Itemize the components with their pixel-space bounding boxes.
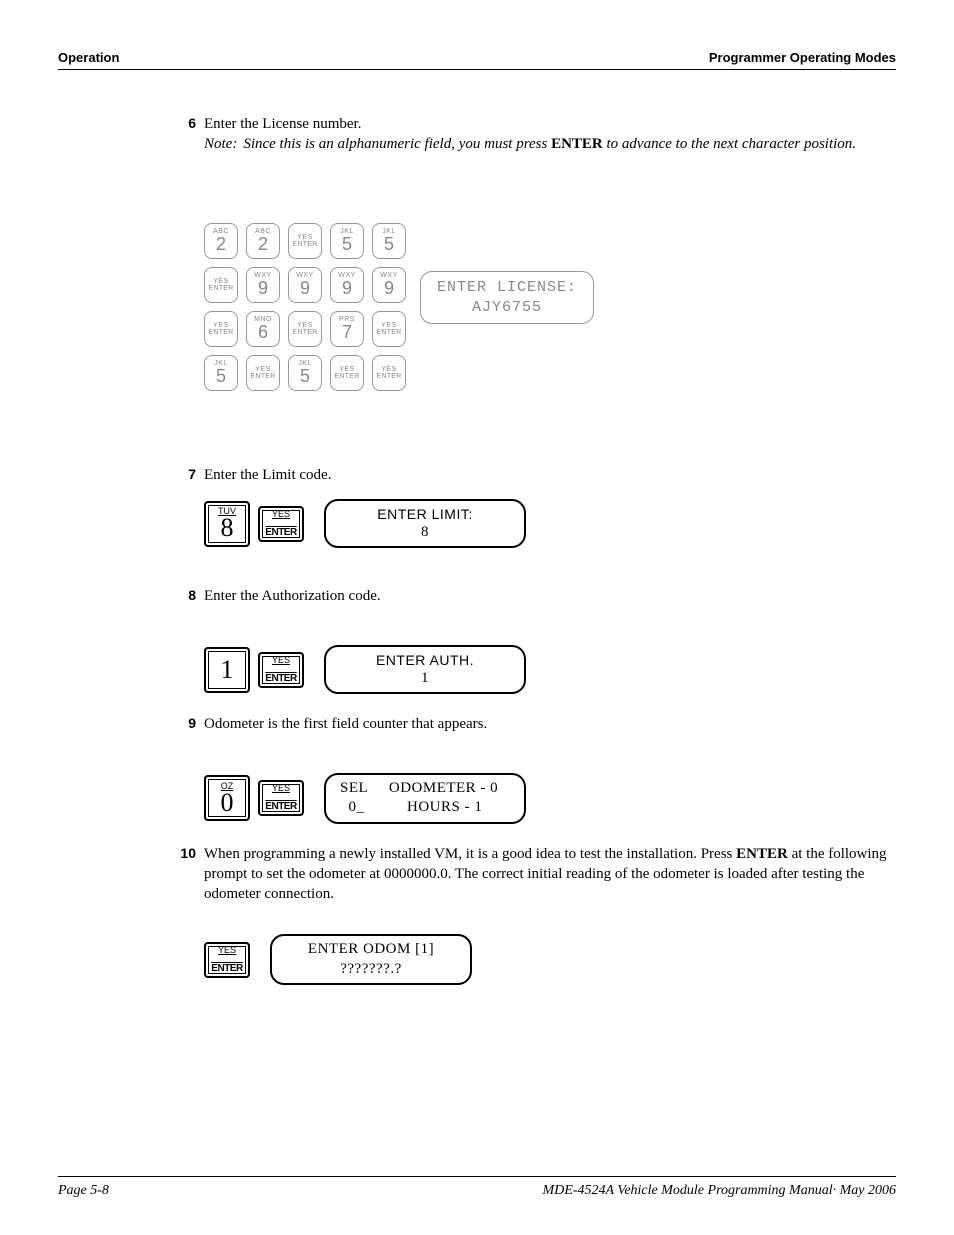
key-5: JKL5 (330, 223, 364, 259)
header-left: Operation (58, 50, 119, 65)
key-row: JKL5YESENTERJKL5YESENTERYESENTER (204, 355, 406, 391)
step-8-text: Enter the Authorization code. (204, 586, 896, 606)
key-enter: YESENTER (246, 355, 280, 391)
key-0: OZ 0 (204, 775, 250, 821)
header-right: Programmer Operating Modes (709, 50, 896, 65)
key-group-7: TUV 8 YES ENTER (204, 501, 304, 547)
key-2: ABC2 (204, 223, 238, 259)
page-footer: Page 5-8 MDE-4524A Vehicle Module Progra… (58, 1176, 896, 1199)
figure-step-10: YES ENTER ENTER ODOM [1] ???????.? (204, 934, 896, 985)
step-6-note: Note: Since this is an alphanumeric fiel… (204, 134, 896, 154)
step-7-num: 7 (170, 465, 204, 485)
content: 6 Enter the License number. Note: Since … (58, 70, 896, 985)
key-enter: YES ENTER (258, 780, 304, 816)
note-text: Since this is an alphanumeric field, you… (243, 134, 856, 154)
key-enter: YES ENTER (204, 942, 250, 978)
key-row: YESENTERMNO6YESENTERPRS7YESENTER (204, 311, 406, 347)
page-header: Operation Programmer Operating Modes (58, 50, 896, 70)
key-group-9: OZ 0 YES ENTER (204, 775, 304, 821)
step-6-body: Enter the License number. Note: Since th… (204, 114, 896, 155)
key-2: ABC2 (246, 223, 280, 259)
display-license: ENTER LICENSE: AJY6755 (420, 271, 594, 324)
step-8-num: 8 (170, 586, 204, 606)
figure-step-7: TUV 8 YES ENTER ENTER LIMIT: 8 (204, 499, 896, 549)
figure-step-6: ABC2ABC2YESENTERJKL5JKL5YESENTERWXY9WXY9… (204, 223, 896, 391)
key-enter: YESENTER (204, 267, 238, 303)
display-limit: ENTER LIMIT: 8 (324, 499, 526, 549)
key-group-8: 1 YES ENTER (204, 647, 304, 693)
figure-step-9: OZ 0 YES ENTER SEL ODOMETER - 0 0_ HOURS… (204, 773, 896, 824)
key-enter: YES ENTER (258, 506, 304, 542)
key-enter: YESENTER (372, 355, 406, 391)
key-enter: YESENTER (330, 355, 364, 391)
display-auth: ENTER AUTH. 1 (324, 645, 526, 695)
key-9: WXY9 (288, 267, 322, 303)
key-enter: YESENTER (372, 311, 406, 347)
page: Operation Programmer Operating Modes 6 E… (0, 0, 954, 1235)
key-enter: YESENTER (204, 311, 238, 347)
key-enter: YES ENTER (258, 652, 304, 688)
step-9-text: Odometer is the first field counter that… (204, 714, 896, 734)
step-8: 8 Enter the Authorization code. (170, 586, 896, 606)
key-group-10: YES ENTER (204, 942, 250, 978)
key-9: WXY9 (246, 267, 280, 303)
keypad-grid: ABC2ABC2YESENTERJKL5JKL5YESENTERWXY9WXY9… (204, 223, 406, 391)
step-6-num: 6 (170, 114, 204, 155)
note-label: Note: (204, 134, 243, 154)
key-1: 1 (204, 647, 250, 693)
step-6-text: Enter the License number. (204, 116, 361, 132)
footer-left: Page 5-8 (58, 1183, 109, 1199)
key-5: JKL5 (288, 355, 322, 391)
figure-step-8: 1 YES ENTER ENTER AUTH. 1 (204, 645, 896, 695)
key-5: JKL5 (204, 355, 238, 391)
key-8: TUV 8 (204, 501, 250, 547)
key-enter: YESENTER (288, 223, 322, 259)
step-10-num: 10 (170, 844, 204, 905)
key-9: WXY9 (372, 267, 406, 303)
footer-right: MDE-4524A Vehicle Module Programming Man… (543, 1183, 896, 1199)
step-6: 6 Enter the License number. Note: Since … (170, 114, 896, 155)
step-9-num: 9 (170, 714, 204, 734)
key-9: WXY9 (330, 267, 364, 303)
key-6: MNO6 (246, 311, 280, 347)
display-odometer-sel: SEL ODOMETER - 0 0_ HOURS - 1 (324, 773, 526, 824)
step-9: 9 Odometer is the first field counter th… (170, 714, 896, 734)
step-10-text: When programming a newly installed VM, i… (204, 844, 896, 905)
key-row: YESENTERWXY9WXY9WXY9WXY9 (204, 267, 406, 303)
key-row: ABC2ABC2YESENTERJKL5JKL5 (204, 223, 406, 259)
key-7: PRS7 (330, 311, 364, 347)
key-5: JKL5 (372, 223, 406, 259)
key-enter: YESENTER (288, 311, 322, 347)
step-7: 7 Enter the Limit code. (170, 465, 896, 485)
display-enter-odom: ENTER ODOM [1] ???????.? (270, 934, 472, 985)
step-10: 10 When programming a newly installed VM… (170, 844, 896, 905)
step-7-text: Enter the Limit code. (204, 465, 896, 485)
